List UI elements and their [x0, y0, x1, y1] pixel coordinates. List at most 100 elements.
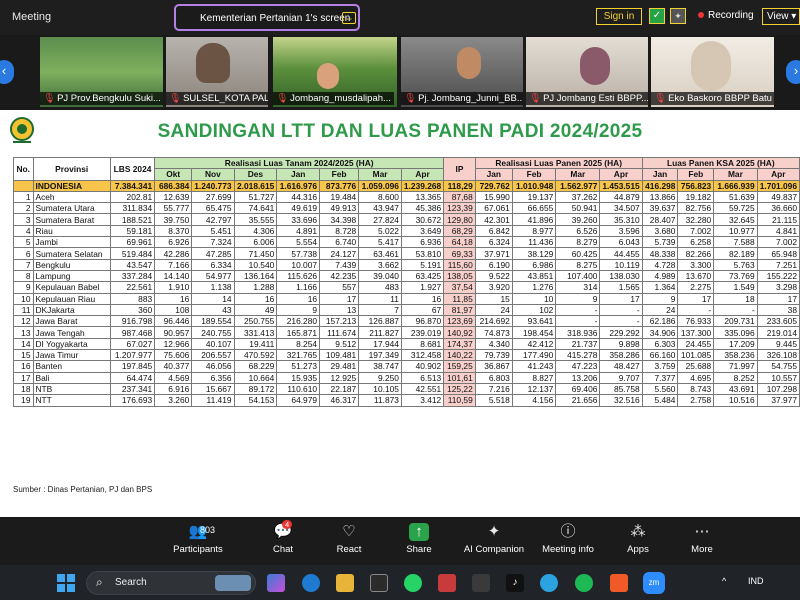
table-cell: 17 — [756, 292, 800, 305]
table-cell: 7.002 — [756, 236, 800, 249]
table-cell: 873.776 — [319, 179, 360, 192]
month-header: Nov — [191, 168, 235, 181]
edge-icon[interactable] — [302, 574, 320, 592]
table-cell: 6.803 — [474, 371, 513, 384]
table-cell: 90.957 — [154, 326, 193, 339]
table-cell: 211.827 — [358, 326, 402, 339]
ai-companion-button[interactable]: ✦ AI Companion — [459, 523, 529, 555]
mic-muted-icon: 🎙 — [276, 93, 289, 104]
meeting-info-button[interactable]: ⓘ Meeting info — [538, 523, 598, 555]
table-cell: 229.292 — [599, 326, 643, 339]
table-cell: 326.108 — [756, 349, 800, 362]
person-video — [196, 43, 230, 83]
table-cell: 15.667 — [191, 382, 235, 396]
table-cell: 11.436 — [511, 236, 557, 249]
table-cell: 10 — [511, 292, 557, 305]
table-cell: 66.160 — [641, 349, 679, 362]
table-cell: 24.455 — [677, 337, 715, 351]
table-cell: 3.298 — [756, 281, 800, 294]
participant-tile[interactable]: 🎙 PJ Prov.Bengkulu Suki... — [40, 37, 163, 107]
table-cell: - — [599, 303, 643, 317]
table-cell: 4.841 — [756, 224, 800, 238]
exit-fullscreen-icon[interactable]: ⇔ — [342, 12, 356, 24]
participants-count: 803 — [200, 525, 216, 535]
language-indicator[interactable]: IND — [748, 576, 764, 586]
table-cell: 12.639 — [154, 190, 193, 204]
table-cell: 53.810 — [400, 247, 445, 260]
table-cell: 35.555 — [233, 213, 278, 226]
sign-in-button[interactable]: Sign in — [596, 8, 642, 25]
chat-badge: 4 — [282, 520, 293, 529]
chat-button[interactable]: 💬 4 Chat — [263, 520, 303, 555]
participants-label: Participants — [173, 544, 223, 555]
table-cell: 67.061 — [474, 202, 513, 215]
apps-button[interactable]: ⁂ Apps — [620, 523, 656, 555]
app-icon[interactable] — [472, 574, 490, 592]
shield-check-icon[interactable]: ✓ — [649, 8, 665, 24]
participant-tile[interactable]: 🎙 Eko Baskoro BBPP Batu — [651, 37, 774, 107]
table-cell: NTB — [32, 382, 111, 396]
table-cell: 19 — [13, 394, 34, 407]
recording-indicator[interactable]: Recording — [698, 10, 754, 21]
brave-icon[interactable] — [610, 574, 628, 592]
table-cell: 24.127 — [319, 247, 360, 260]
table-cell: 1.207.977 — [109, 349, 156, 362]
share-button[interactable]: ↑ Share — [399, 523, 439, 555]
participants-button[interactable]: 👥 803 Participants — [170, 523, 226, 555]
capcut-icon[interactable] — [438, 574, 456, 592]
whatsapp-icon[interactable] — [404, 574, 422, 592]
tray-chevron-icon[interactable]: ^ — [722, 576, 726, 586]
table-cell: 8.254 — [276, 337, 321, 351]
react-button[interactable]: ♡ React — [329, 523, 369, 555]
table-cell: 1.138 — [191, 281, 235, 294]
grid-icon[interactable]: ✦ — [670, 8, 686, 24]
file-explorer-icon[interactable] — [336, 574, 354, 592]
participant-tile[interactable]: 🎙 Pj. Jombang_Junni_BB... — [401, 37, 523, 107]
table-cell: 28.407 — [641, 213, 679, 226]
header-realisasi-panen: Realisasi Luas Panen 2025 (HA) — [474, 156, 643, 170]
table-cell: 17.944 — [358, 337, 402, 351]
table-cell: 188.521 — [109, 213, 156, 226]
table-cell: 1.616.976 — [276, 179, 321, 192]
table-cell: 10.105 — [358, 382, 402, 396]
table-cell: 110,59 — [443, 394, 476, 407]
table-cell: 42.412 — [511, 337, 557, 351]
windows-start-icon[interactable] — [57, 574, 75, 592]
table-cell: 65.948 — [756, 247, 800, 260]
table-cell: 883 — [109, 292, 156, 305]
table-cell: 6.740 — [319, 236, 360, 249]
table-cell: 76.933 — [677, 315, 715, 328]
table-cell: 358.236 — [713, 349, 758, 362]
telegram-icon[interactable] — [540, 574, 558, 592]
taskbar-search-box[interactable]: ⌕ Search — [86, 571, 256, 595]
zoom-icon[interactable]: zm — [643, 572, 665, 594]
table-cell: 137.300 — [677, 326, 715, 339]
table-cell: 9.707 — [599, 371, 643, 384]
tiktok-icon[interactable]: ♪ — [506, 574, 524, 592]
table-cell: 75.606 — [154, 349, 193, 362]
participant-tile[interactable]: 🎙SULSEL_KOTA PALOP... — [166, 37, 268, 107]
spotify-icon[interactable] — [575, 574, 593, 592]
table-cell: 110.610 — [276, 382, 321, 396]
copilot-icon[interactable] — [267, 574, 285, 592]
table-cell: 47.223 — [555, 360, 601, 373]
strip-next-arrow-icon[interactable]: › — [786, 60, 800, 84]
participant-tile[interactable]: 🎙 Jombang_musdalipah... — [273, 37, 397, 107]
month-header: Jan — [276, 168, 321, 181]
screen-share-indicator[interactable]: Kementerian Pertanian 1's screen ⇔ — [174, 4, 360, 31]
more-icon: ⋯ — [694, 523, 710, 540]
table-cell: 1.059.096 — [358, 179, 402, 192]
table-cell: 209.731 — [713, 315, 758, 328]
table-cell: 9 — [13, 281, 34, 294]
table-cell: 43.851 — [511, 269, 557, 283]
view-button[interactable]: View ▾ — [762, 8, 800, 25]
table-row: 18 NTB 237.341 6.916 15.667 89.172 110.610 22.1… — [13, 382, 800, 396]
store-icon[interactable] — [370, 574, 388, 592]
table-cell: 89.172 — [233, 382, 278, 396]
table-cell: 71.997 — [713, 360, 758, 373]
table-cell: 44.455 — [599, 247, 643, 260]
participant-tile[interactable]: 🎙 PJ Jombang Esti BBPP... — [526, 37, 648, 107]
table-cell: - — [677, 303, 715, 317]
more-button[interactable]: ⋯ More — [684, 523, 720, 555]
apps-icon: ⁂ — [630, 523, 646, 540]
